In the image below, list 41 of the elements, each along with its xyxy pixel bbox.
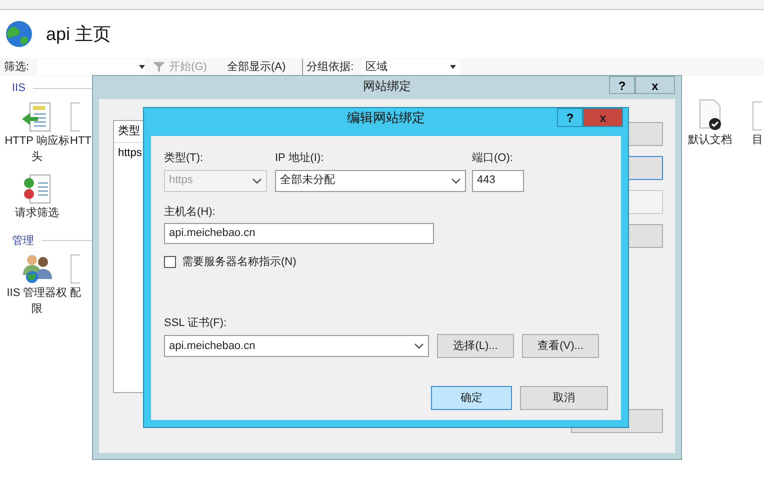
dialog-button[interactable]: 查看(V)... [522, 334, 599, 358]
feature-label[interactable]: HTTP 响应标头 [4, 132, 70, 164]
feature-label[interactable]: 请求筛选 [15, 204, 59, 220]
field-label: 主机名(H): [164, 204, 216, 220]
caret-icon [139, 65, 146, 69]
close-button[interactable]: x [635, 76, 675, 94]
feature-label[interactable]: IIS 管理器权限 [4, 285, 70, 317]
checkbox[interactable] [164, 256, 176, 268]
port-field[interactable]: 443 [472, 170, 524, 192]
group-by-select[interactable]: 区域 [362, 59, 460, 75]
ip-select[interactable]: 全部未分配 [275, 170, 466, 192]
page-title: api 主页 [46, 22, 112, 46]
filter-field[interactable] [37, 59, 146, 75]
section-heading: 管理 [12, 234, 34, 248]
globe-icon [4, 19, 34, 49]
checkbox-label: 需要服务器名称指示(N) [182, 255, 296, 270]
chevron-down-icon [252, 178, 262, 184]
certificate-select[interactable]: api.meichebao.cn [164, 335, 429, 357]
filter-label: 筛选: [4, 60, 30, 75]
funnel-icon [153, 62, 166, 72]
field-label: 端口(O): [472, 151, 514, 166]
help-button[interactable]: ? [557, 108, 583, 127]
field-label: IP 地址(I): [275, 151, 325, 166]
dialog-title: 网站绑定 [363, 78, 411, 94]
chevron-down-icon [451, 178, 461, 184]
host-field[interactable]: api.meichebao.cn [164, 223, 434, 244]
chevron-down-icon [414, 343, 424, 349]
dialog-button[interactable]: 确定 [431, 386, 512, 410]
field-label: 类型(T): [164, 151, 204, 166]
dialog-button[interactable]: 选择(L)... [437, 334, 514, 358]
show-all-button[interactable]: 全部显示(A) [226, 58, 286, 76]
dialog-button[interactable]: 取消 [520, 386, 608, 410]
help-button[interactable]: ? [609, 76, 635, 94]
caret-icon [450, 65, 456, 69]
dialog-title: 编辑网站绑定 [347, 109, 425, 128]
feature-label[interactable]: HTT [70, 132, 92, 148]
feature-label[interactable]: 目 [752, 132, 763, 148]
field-label: SSL 证书(F): [164, 316, 227, 330]
feature-label[interactable]: 默认文档 [688, 132, 732, 148]
feature-label[interactable]: 配 [70, 285, 81, 301]
section-heading: IIS [12, 81, 26, 96]
